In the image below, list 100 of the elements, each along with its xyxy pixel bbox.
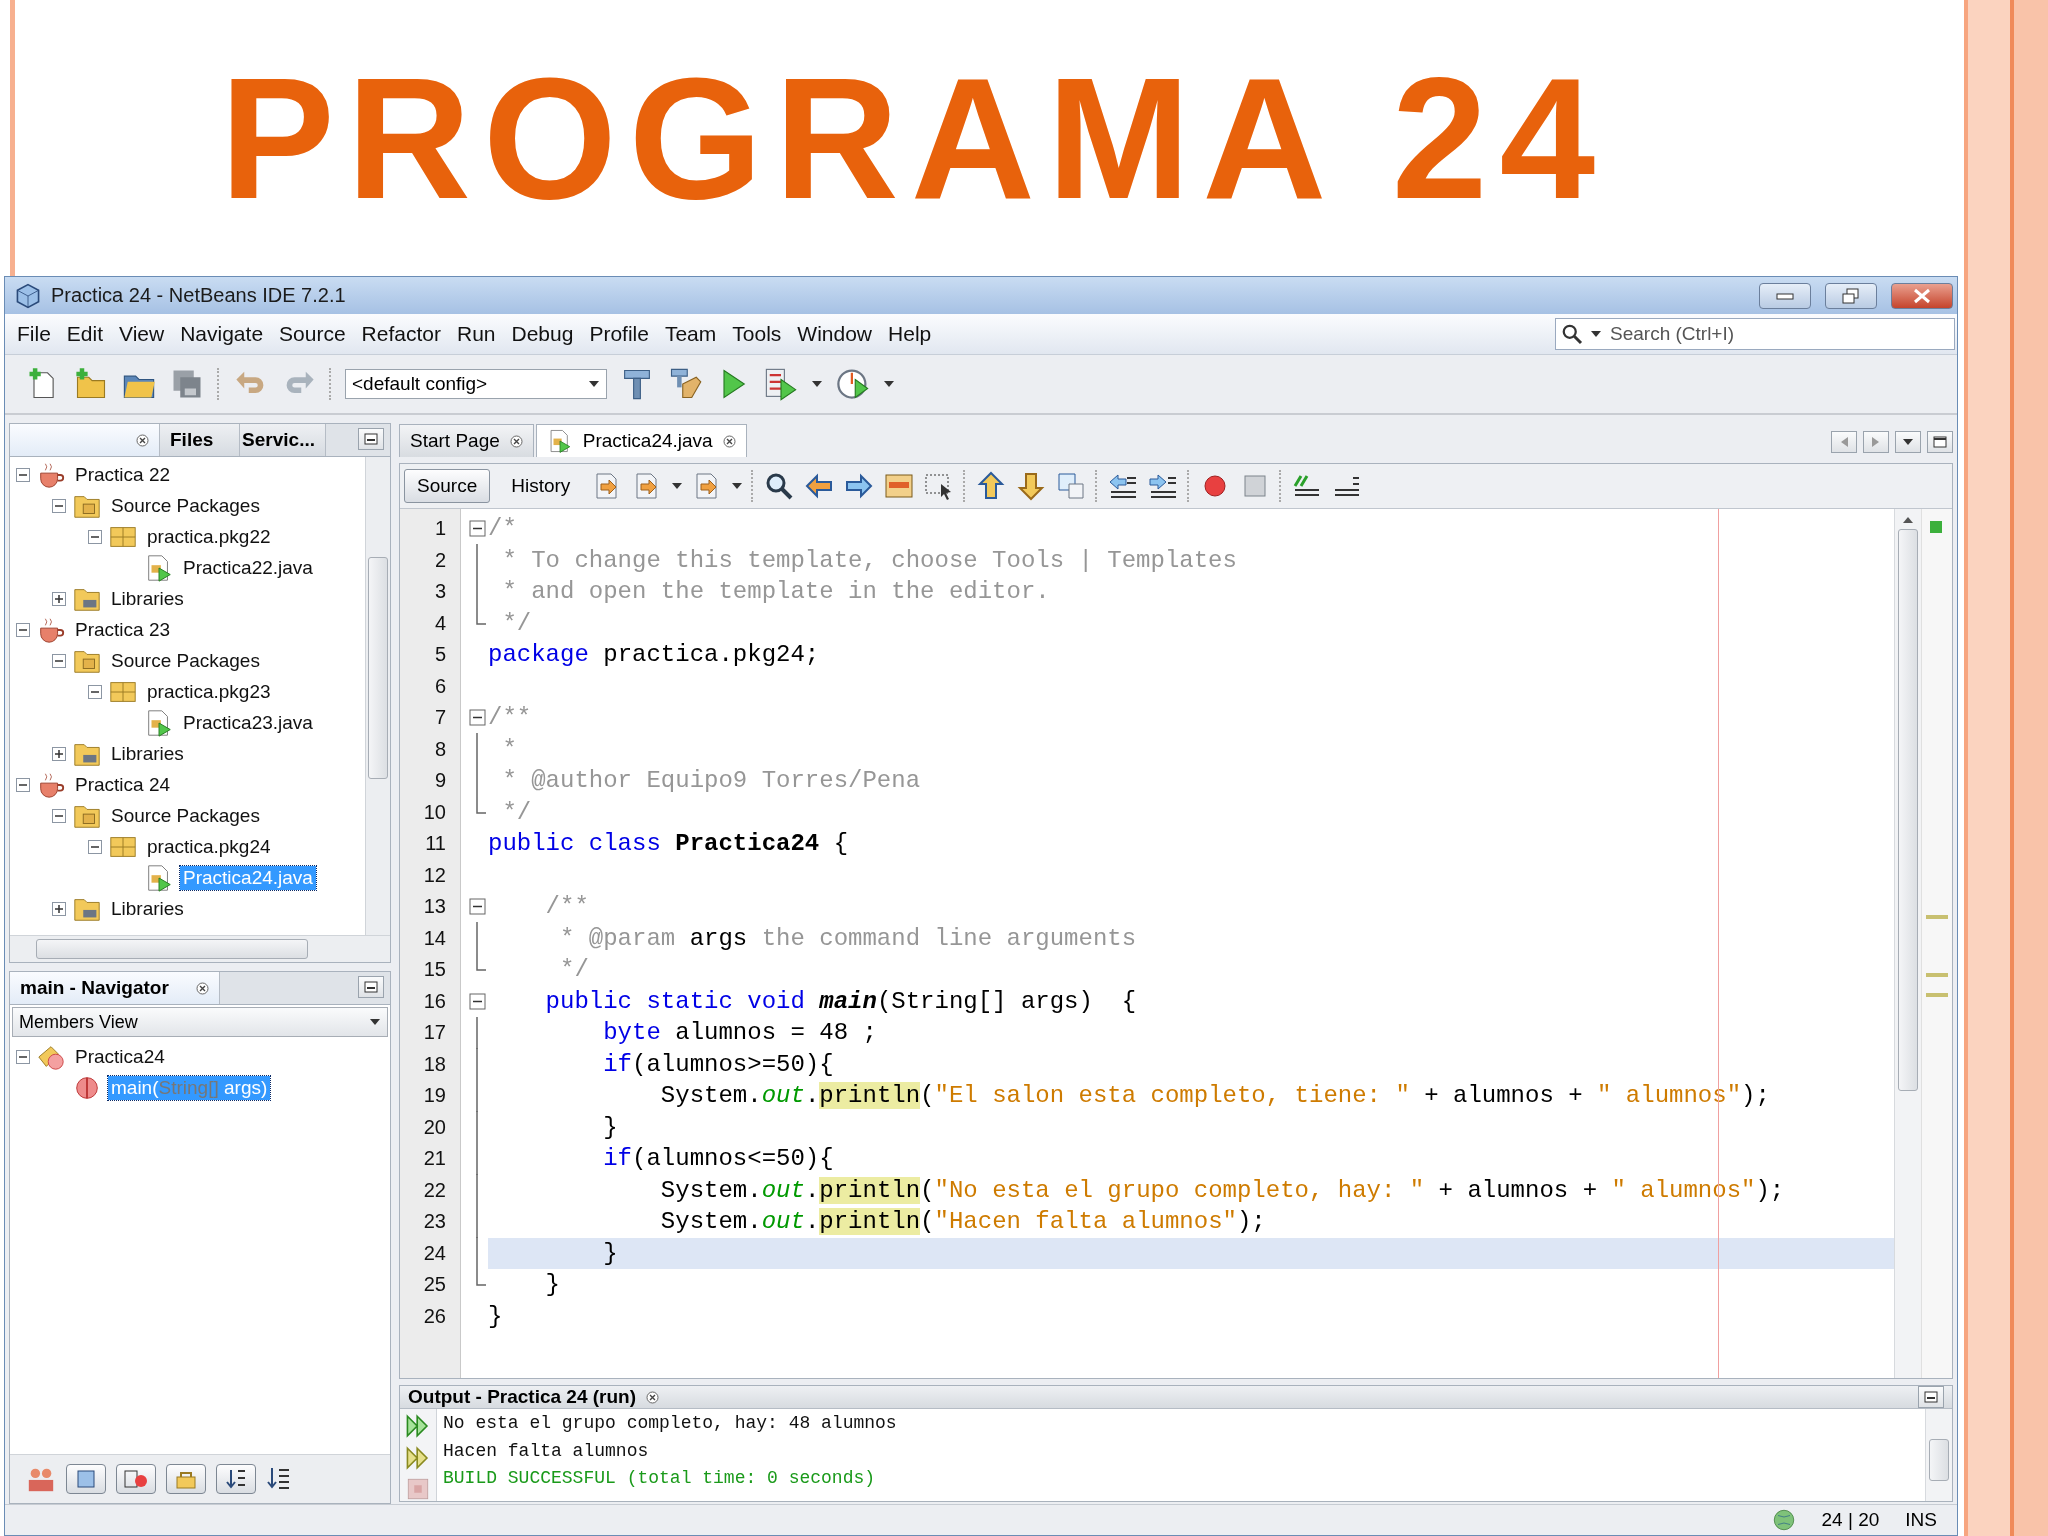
close-icon[interactable] (646, 1390, 660, 1404)
scrollbar[interactable] (1925, 1409, 1952, 1501)
menu-item[interactable]: Profile (581, 322, 657, 346)
tree-toggle[interactable] (52, 746, 66, 761)
view-tab[interactable]: History (498, 469, 584, 503)
tree-item[interactable]: Practica 22 (72, 462, 174, 487)
minimize-button[interactable] (358, 976, 384, 998)
menu-item[interactable]: Navigate (172, 322, 272, 346)
fold-toggle-icon[interactable] (468, 898, 486, 916)
menu-item[interactable]: Refactor (353, 322, 449, 346)
tree-toggle[interactable] (52, 653, 66, 668)
square-icon (76, 1469, 96, 1489)
close-icon[interactable] (722, 434, 736, 448)
restore-button[interactable] (1825, 282, 1877, 309)
menu-item[interactable]: Edit (58, 322, 112, 346)
panel-tab[interactable]: main - Navigator (10, 972, 220, 1004)
tree-item[interactable]: Libraries (108, 896, 187, 921)
menu-item[interactable]: Team (656, 322, 725, 346)
view-tab[interactable]: Source (404, 469, 491, 503)
scroll-left-button[interactable] (1831, 431, 1857, 453)
scroll-right-button[interactable] (1863, 431, 1889, 453)
tree-item[interactable]: practica.pkg22 (144, 524, 274, 549)
arrow-right-icon (1871, 436, 1881, 448)
tree-toggle[interactable] (52, 808, 66, 823)
sort-list-icon[interactable] (266, 1466, 292, 1492)
config-dropdown[interactable]: <default config> (345, 369, 607, 399)
tree-item[interactable]: Source Packages (108, 648, 263, 673)
tree-item[interactable]: Practica22.java (180, 555, 316, 580)
tree-item[interactable]: Practica24 (72, 1044, 168, 1069)
tree-toggle[interactable] (16, 622, 30, 637)
tree-item[interactable]: Practica 24 (72, 772, 174, 797)
rerun-icon[interactable] (405, 1445, 431, 1471)
globe-icon (1771, 1508, 1796, 1532)
tree-item[interactable]: practica.pkg23 (144, 679, 274, 704)
minimize-button[interactable] (358, 428, 384, 450)
rerun-icon[interactable] (405, 1413, 431, 1439)
filter-button[interactable] (66, 1464, 106, 1494)
line-number: 12 (422, 863, 446, 887)
menu-item[interactable]: Tools (724, 322, 790, 346)
line-number: 4 (433, 611, 446, 635)
search-input[interactable]: Search (Ctrl+I) (1608, 322, 1954, 346)
menu-item[interactable]: File (9, 322, 59, 346)
tree-toggle[interactable] (16, 777, 30, 792)
fold-guide-line (476, 922, 478, 955)
maximize-button[interactable] (1927, 431, 1953, 453)
debug-icon[interactable] (763, 366, 799, 402)
fold-toggle-icon[interactable] (468, 520, 486, 538)
panel-tab[interactable]: Servic... (240, 424, 326, 456)
search-box[interactable]: Search (Ctrl+I) (1555, 318, 1955, 350)
tree-toggle[interactable] (88, 529, 102, 544)
menu-item[interactable]: Help (880, 322, 940, 346)
tree-toggle[interactable] (52, 591, 66, 606)
arrow-left-icon (1839, 436, 1849, 448)
sort-button[interactable] (216, 1464, 256, 1494)
tree-item[interactable]: Source Packages (108, 493, 263, 518)
close-icon[interactable] (196, 981, 209, 995)
output-line: BUILD SUCCESSFUL (total time: 0 seconds) (443, 1468, 877, 1490)
view-dropdown[interactable]: Members View (12, 1007, 388, 1037)
tree-toggle[interactable] (52, 498, 66, 513)
editor-tab[interactable]: Practica24.java (535, 424, 747, 457)
tree-toggle[interactable] (88, 839, 102, 854)
close-icon[interactable] (509, 434, 523, 448)
tree-toggle[interactable] (16, 1049, 30, 1064)
search-icon (1560, 322, 1584, 346)
tree-toggle[interactable] (88, 684, 102, 699)
caret-icon (1902, 438, 1914, 446)
tree-toggle[interactable] (16, 467, 30, 482)
filter-button[interactable] (116, 1464, 156, 1494)
line-number: 5 (433, 643, 446, 667)
fold-toggle-icon[interactable] (468, 709, 486, 727)
close-icon[interactable] (136, 433, 149, 447)
minimize-button[interactable] (1918, 1386, 1944, 1408)
fold-end-line (476, 796, 486, 814)
scroll-up-icon[interactable] (1902, 515, 1914, 525)
document-list-button[interactable] (1895, 431, 1921, 453)
scrollbar[interactable] (365, 457, 390, 935)
panel-tab[interactable]: Files (160, 424, 240, 456)
fold-end-line (476, 1269, 486, 1286)
tree-item[interactable]: Source Packages (108, 803, 263, 828)
menu-item[interactable]: View (111, 322, 173, 346)
fold-end-line (476, 954, 486, 971)
tree-item[interactable]: Libraries (108, 741, 187, 766)
fold-toggle-icon[interactable] (468, 992, 486, 1010)
tree-item[interactable]: Practica 23 (72, 617, 174, 642)
tree-item[interactable]: Practica23.java (180, 710, 316, 735)
tree-item[interactable]: practica.pkg24 (144, 834, 274, 859)
menu-item[interactable]: Debug (503, 322, 582, 346)
sort-icon (225, 1468, 247, 1490)
menu-item[interactable]: Window (789, 322, 881, 346)
editor-tab[interactable]: Start Page (399, 424, 534, 457)
scrollbar[interactable] (1894, 509, 1921, 1378)
menu-item[interactable]: Run (449, 322, 504, 346)
profile-icon[interactable] (835, 366, 871, 402)
filter-button[interactable] (166, 1464, 206, 1494)
menu-item[interactable]: Source (271, 322, 354, 346)
scrollbar[interactable] (10, 935, 390, 962)
tree-toggle[interactable] (52, 901, 66, 916)
tree-item[interactable]: Libraries (108, 586, 187, 611)
slide-title: PROGRAMA 24 (220, 41, 1608, 236)
close-button[interactable] (1891, 282, 1953, 309)
